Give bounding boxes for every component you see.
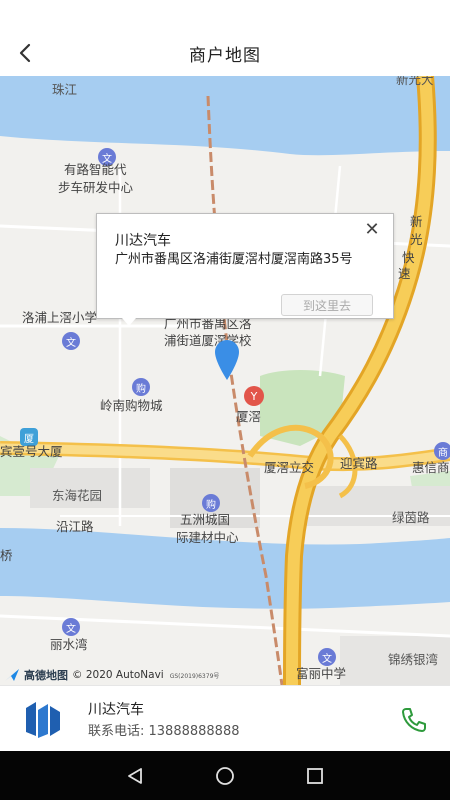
label-lishui: 丽水湾 [50, 637, 88, 652]
label-youlu-2: 步车研发中心 [58, 180, 134, 195]
shop-logo-icon [26, 702, 60, 738]
top-bar: 商户地图 [0, 0, 450, 76]
business-poi-icon: 商 [434, 442, 450, 460]
label-xinguang-top: 新光大 [396, 76, 434, 87]
label-xinguang-2: 光 [410, 232, 423, 247]
label-luopu: 洛浦上滘小学 [22, 310, 98, 325]
location-marker-icon[interactable] [215, 340, 239, 380]
navigate-here-button[interactable]: 到这里去 [281, 294, 373, 316]
shop-phone: 联系电话: 13888888888 [88, 724, 240, 739]
label-binyi: 宾壹号大厦 [0, 444, 63, 459]
school-poi-icon-2: 文 [62, 332, 80, 350]
label-lvyin: 绿茵路 [392, 510, 430, 525]
label-fuli: 富丽中学 [296, 666, 347, 681]
label-bridge: 桥 [0, 548, 13, 563]
label-xinguang-4: 速 [398, 266, 411, 281]
label-lingnan: 岭南购物城 [100, 398, 163, 413]
map-view[interactable]: 珠江 新光大 文 有路智能代 步车研发中心 新 光 快 速 洛浦上滘小学 文 广… [0, 76, 450, 685]
chevron-left-icon [19, 43, 31, 63]
system-nav-bar [0, 751, 450, 800]
system-recents-button[interactable] [300, 761, 330, 791]
label-huixin: 惠信商 [412, 460, 450, 475]
shopping-poi-icon: 购 [132, 378, 150, 396]
label-interchange: 厦滘立交 [264, 460, 315, 475]
label-wuzhou-2: 际建材中心 [176, 530, 239, 545]
label-xinguang-1: 新 [410, 214, 423, 229]
label-yingbin: 迎宾路 [340, 456, 378, 471]
system-home-button[interactable] [210, 761, 240, 791]
metro-station-icon: Y [244, 386, 264, 406]
map-copyright: © 2020 AutoNavi [72, 669, 164, 681]
amap-logo-icon [5, 669, 19, 681]
popup-address: 广州市番禺区洛浦街厦滘村厦滘南路35号 [115, 252, 353, 267]
label-xiajiao: 厦滘 [236, 409, 262, 424]
map-attribution: 高德地图 © 2020 AutoNavi GS(2019)6379号 [4, 666, 219, 684]
merchant-map-screen: 商户地图 珠江 新光大 文 有路智能代 步车研发中心 新 光 快 速 洛浦上滘小… [0, 0, 450, 800]
label-yanjiang: 沿江路 [56, 519, 94, 534]
map-gs-number: GS(2019)6379号 [169, 672, 220, 680]
label-youlu-1: 有路智能代 [64, 162, 127, 177]
label-jinxiu: 锦绣银湾 [388, 652, 439, 667]
nav-bar: 商户地图 [0, 30, 450, 76]
label-xinguang-3: 快 [402, 250, 415, 265]
shop-info-bar: 川达汽车 联系电话: 13888888888 [0, 685, 450, 751]
status-bar [0, 0, 450, 30]
mall-poi-icon: 购 [202, 494, 220, 512]
call-button[interactable] [396, 703, 432, 737]
info-window: 川达汽车 广州市番禺区洛浦街厦滘村厦滘南路35号 ✕ 到这里去 [96, 213, 394, 319]
info-window-tail [122, 318, 136, 326]
back-button[interactable] [10, 38, 40, 68]
label-donghai: 东海花园 [52, 488, 103, 503]
circle-home-icon [216, 766, 234, 785]
amap-logo-text: 高德地图 [24, 669, 68, 682]
label-zhujiang: 珠江 [52, 82, 78, 97]
school-poi-icon-3: 文 [62, 618, 80, 636]
shop-name: 川达汽车 [88, 702, 144, 718]
close-icon[interactable]: ✕ [363, 221, 381, 239]
system-back-button[interactable] [120, 761, 150, 791]
school-poi-icon-4: 文 [318, 648, 336, 666]
square-recents-icon [307, 767, 323, 784]
triangle-back-icon [128, 767, 142, 784]
label-wuzhou-1: 五洲城国 [180, 512, 231, 527]
popup-shop-name: 川达汽车 [115, 233, 171, 249]
page-title: 商户地图 [189, 45, 261, 66]
phone-icon [402, 708, 426, 732]
